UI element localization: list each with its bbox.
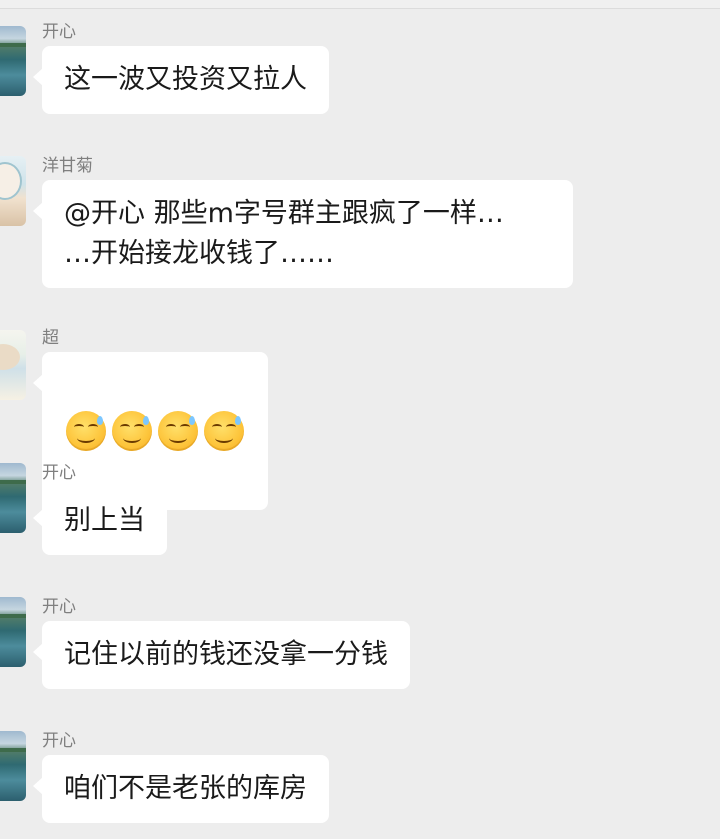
top-divider: [0, 0, 720, 9]
lake-landscape-avatar[interactable]: [0, 26, 26, 96]
smirk-sweat-emoji: [66, 411, 106, 451]
sender-name: 开心: [42, 731, 76, 751]
message-bubble[interactable]: 咱们不是老张的库房: [33, 755, 329, 823]
anime-character-avatar[interactable]: [0, 330, 26, 400]
message-bubble[interactable]: 这一波又投资又拉人: [33, 46, 329, 114]
smirk-sweat-emoji: [204, 411, 244, 451]
lake-landscape-avatar[interactable]: [0, 731, 26, 801]
message-bubble[interactable]: @开心 那些m字号群主跟疯了一样… …开始接龙收钱了……: [33, 180, 573, 288]
lake-landscape-avatar[interactable]: [0, 597, 26, 667]
sender-name: 开心: [42, 597, 76, 617]
sender-name: 超: [42, 328, 59, 348]
cartoon-girl-avatar[interactable]: [0, 156, 26, 226]
emoji-row: [66, 407, 244, 455]
message-bubble[interactable]: 记住以前的钱还没拿一分钱: [33, 621, 410, 689]
lake-landscape-avatar[interactable]: [0, 463, 26, 533]
smirk-sweat-emoji: [112, 411, 152, 451]
sender-name: 开心: [42, 22, 76, 42]
sender-name: 洋甘菊: [42, 156, 93, 176]
message-bubble[interactable]: 别上当: [33, 487, 167, 555]
smirk-sweat-emoji: [158, 411, 198, 451]
sender-name: 开心: [42, 463, 76, 483]
